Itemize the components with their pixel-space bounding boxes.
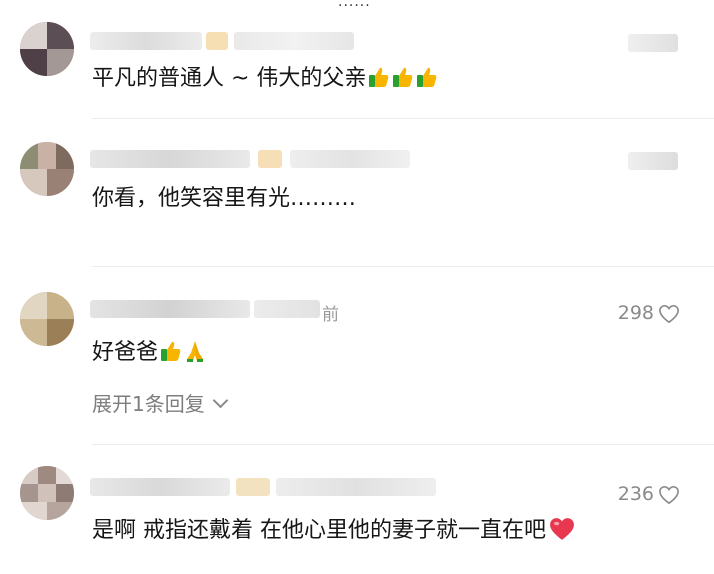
comment-text-content: 平凡的普通人 ~ 伟大的父亲 [92, 66, 367, 91]
folded-hands-emoji-icon [187, 341, 204, 362]
username-blurred[interactable] [90, 150, 250, 168]
username-blurred[interactable] [90, 32, 202, 50]
comment-time-suffix: 前 [322, 305, 339, 325]
divider [92, 266, 714, 267]
heart-outline-icon[interactable] [658, 485, 680, 505]
username-blurred[interactable] [90, 300, 250, 318]
thumbs-up-emoji-icon [161, 341, 181, 361]
comment-text-content: 你看，他笑容里有光……… [92, 186, 357, 211]
meta-blurred [290, 150, 410, 168]
avatar[interactable] [20, 22, 74, 76]
comment-text: 平凡的普通人 ~ 伟大的父亲 [92, 64, 438, 94]
like-count[interactable]: 298 [618, 302, 654, 324]
red-heart-emoji-icon [550, 518, 574, 540]
badge-blurred [236, 478, 270, 496]
avatar[interactable] [20, 466, 74, 520]
avatar[interactable] [20, 142, 74, 196]
divider [92, 444, 714, 445]
reply-hint-blurred[interactable] [628, 152, 678, 170]
heart-outline-icon[interactable] [658, 304, 680, 324]
avatar[interactable] [20, 292, 74, 346]
expand-replies-link[interactable]: 展开1条回复 [92, 388, 229, 417]
top-ellipsis: ...... [338, 0, 371, 10]
meta-blurred [234, 32, 354, 50]
thumbs-up-emoji-icon [393, 67, 413, 87]
badge-blurred [258, 150, 282, 168]
like-count[interactable]: 236 [618, 483, 654, 505]
comment-text: 你看，他笑容里有光……… [92, 184, 356, 214]
comment-text: 是啊 戒指还戴着 在他心里他的妻子就一直在吧 [92, 516, 575, 546]
username-blurred[interactable] [90, 478, 230, 496]
divider [92, 118, 714, 119]
reply-hint-blurred[interactable] [628, 34, 678, 52]
thumbs-up-emoji-icon [417, 67, 437, 87]
meta-blurred [276, 478, 436, 496]
chevron-down-icon [212, 392, 229, 409]
comment-text-content: 好爸爸 [92, 340, 159, 365]
expand-replies-label: 展开1条回复 [92, 392, 205, 416]
badge-blurred [206, 32, 228, 50]
meta-blurred [254, 300, 320, 318]
comment-text: 好爸爸 [92, 338, 206, 368]
thumbs-up-emoji-icon [369, 67, 389, 87]
comment-text-content: 是啊 戒指还戴着 在他心里他的妻子就一直在吧 [92, 518, 546, 543]
